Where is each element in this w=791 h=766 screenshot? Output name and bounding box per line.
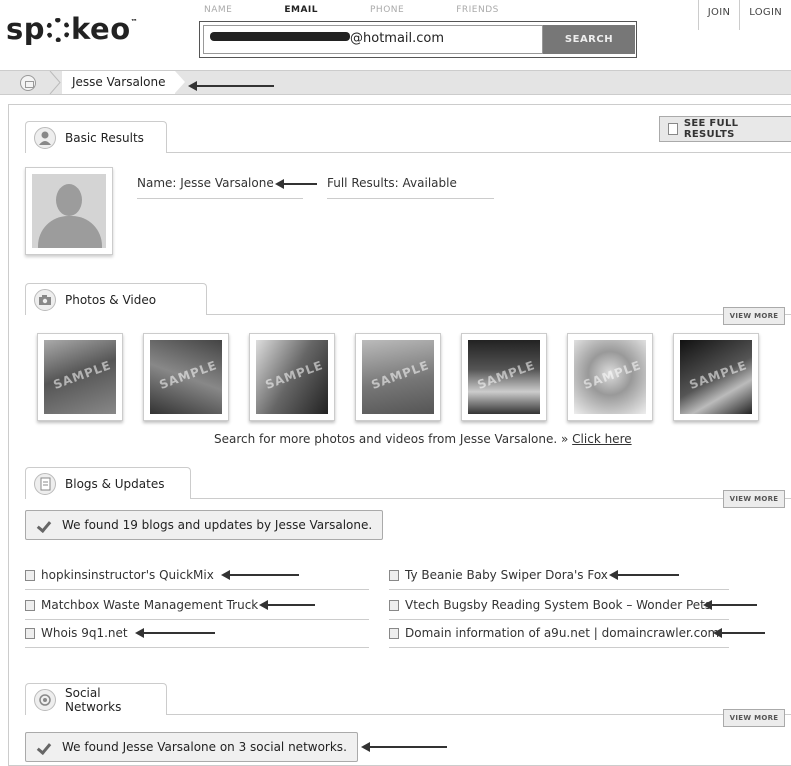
- arrow-left-icon: [259, 600, 315, 610]
- document-icon: [34, 472, 56, 495]
- spokeo-logo[interactable]: sp keo™: [6, 12, 138, 46]
- blogs-found-message: We found 19 blogs and updates by Jesse V…: [25, 510, 384, 540]
- photo-watermark: SAMPLE: [687, 358, 750, 392]
- document-icon: [389, 627, 399, 639]
- redacted-email-username: [210, 32, 350, 41]
- arrow-left-icon: [609, 570, 679, 580]
- section-tab-blogs-updates: Blogs & Updates: [25, 467, 191, 499]
- network-icon: [34, 688, 56, 711]
- email-search-input[interactable]: @hotmail.com: [203, 25, 543, 54]
- social-view-more-button[interactable]: VIEW MORE: [723, 709, 785, 727]
- document-icon: [668, 123, 678, 135]
- breadcrumb-current[interactable]: Jesse Varsalone: [62, 71, 186, 94]
- photo-watermark: SAMPLE: [263, 358, 326, 392]
- social-networks-title: Social Networks: [65, 685, 122, 714]
- arrow-left-icon: [275, 179, 317, 189]
- document-icon: [25, 569, 35, 581]
- gear-icon: [46, 18, 71, 42]
- blog-link[interactable]: hopkinsinstructor's QuickMix: [25, 568, 369, 590]
- photos-video-title: Photos & Video: [65, 292, 157, 307]
- blog-link-label: Matchbox Waste Management Truck: [41, 598, 259, 612]
- basic-results-title: Basic Results: [65, 130, 144, 145]
- photos-view-more-button[interactable]: VIEW MORE: [723, 307, 785, 325]
- person-icon: [34, 126, 56, 149]
- tab-name[interactable]: NAME: [204, 5, 232, 15]
- home-icon[interactable]: [20, 75, 36, 91]
- section-tab-photos-video: Photos & Video: [25, 283, 207, 315]
- join-link[interactable]: JOIN: [699, 0, 739, 30]
- blog-link[interactable]: Domain information of a9u.net | domaincr…: [389, 626, 729, 648]
- blogs-updates-title: Blogs & Updates: [65, 476, 165, 491]
- arrow-left-icon: [188, 81, 274, 91]
- logo-text-end: keo: [71, 12, 131, 46]
- section-divider: [191, 498, 791, 499]
- results-panel: Basic Results SEE FULL RESULTS Name: Jes…: [8, 104, 791, 766]
- search-type-tabs: NAME EMAIL PHONE FRIENDS: [204, 5, 551, 15]
- document-icon: [25, 599, 35, 611]
- login-link[interactable]: LOGIN: [739, 0, 791, 30]
- trademark-mark: ™: [130, 18, 139, 26]
- auth-links: JOIN LOGIN: [697, 0, 791, 30]
- photo-watermark: SAMPLE: [475, 358, 538, 392]
- tab-friends[interactable]: FRIENDS: [456, 5, 499, 15]
- email-domain-text: @hotmail.com: [350, 31, 445, 46]
- section-tab-social-networks: Social Networks: [25, 683, 167, 715]
- checkmark-icon: [38, 742, 52, 752]
- photos-click-here-link[interactable]: Click here: [572, 432, 631, 446]
- site-header: sp keo™ NAME EMAIL PHONE FRIENDS @hotmail…: [0, 0, 791, 66]
- breadcrumb: Jesse Varsalone: [0, 70, 791, 95]
- blog-link[interactable]: Vtech Bugsby Reading System Book – Wonde…: [389, 598, 729, 620]
- section-divider: [167, 714, 791, 715]
- arrow-left-icon: [361, 742, 447, 752]
- section-divider: [207, 314, 791, 315]
- photo-thumbnail[interactable]: SAMPLE: [143, 333, 229, 421]
- search-box: @hotmail.com SEARCH: [199, 21, 637, 58]
- see-full-results-button[interactable]: SEE FULL RESULTS: [659, 116, 791, 142]
- blog-link[interactable]: Whois 9q1.net: [25, 626, 369, 648]
- section-tab-basic-results: Basic Results: [25, 121, 167, 153]
- blog-link-label: Domain information of a9u.net | domaincr…: [405, 626, 720, 640]
- social-found-message: We found Jesse Varsalone on 3 social net…: [25, 732, 358, 762]
- photos-caption: Search for more photos and videos from J…: [214, 432, 632, 446]
- chevron-right-icon: [49, 71, 61, 94]
- arrow-left-icon: [703, 600, 757, 610]
- checkmark-icon: [38, 520, 52, 530]
- photo-watermark: SAMPLE: [369, 358, 432, 392]
- document-icon: [389, 599, 399, 611]
- blog-link-label: hopkinsinstructor's QuickMix: [41, 568, 214, 582]
- section-divider: [167, 152, 791, 153]
- arrow-left-icon: [713, 628, 765, 638]
- photo-thumbnail[interactable]: SAMPLE: [567, 333, 653, 421]
- tab-email[interactable]: EMAIL: [284, 5, 318, 15]
- photo-watermark: SAMPLE: [51, 358, 114, 392]
- document-icon: [389, 569, 399, 581]
- social-found-text: We found Jesse Varsalone on 3 social net…: [62, 740, 347, 754]
- blogs-found-text: We found 19 blogs and updates by Jesse V…: [62, 518, 373, 532]
- photo-thumbnail[interactable]: SAMPLE: [673, 333, 759, 421]
- tab-phone[interactable]: PHONE: [370, 5, 404, 15]
- person-silhouette-icon: [32, 174, 106, 248]
- logo-text-start: sp: [6, 12, 46, 46]
- arrow-left-icon: [135, 628, 215, 638]
- document-icon: [25, 627, 35, 639]
- camera-icon: [34, 288, 56, 311]
- blogs-view-more-button[interactable]: VIEW MORE: [723, 490, 785, 508]
- arrow-left-icon: [221, 570, 299, 580]
- see-full-results-label: SEE FULL RESULTS: [683, 118, 739, 140]
- blog-link-label: Whois 9q1.net: [41, 626, 128, 640]
- full-results-field: Full Results: Available: [327, 176, 494, 199]
- blog-link[interactable]: Ty Beanie Baby Swiper Dora's Fox: [389, 568, 729, 590]
- blog-link-label: Vtech Bugsby Reading System Book – Wonde…: [405, 598, 712, 612]
- photo-watermark: SAMPLE: [157, 358, 220, 392]
- photos-caption-text: Search for more photos and videos from J…: [214, 432, 569, 446]
- blog-link-label: Ty Beanie Baby Swiper Dora's Fox: [405, 568, 608, 582]
- photo-thumbnail[interactable]: SAMPLE: [461, 333, 547, 421]
- blog-link[interactable]: Matchbox Waste Management Truck: [25, 598, 369, 620]
- search-button[interactable]: SEARCH: [543, 25, 635, 54]
- photo-thumbnail[interactable]: SAMPLE: [37, 333, 123, 421]
- photo-watermark: SAMPLE: [581, 358, 644, 392]
- photo-thumbnail[interactable]: SAMPLE: [355, 333, 441, 421]
- avatar: [25, 167, 113, 255]
- photo-thumbnail[interactable]: SAMPLE: [249, 333, 335, 421]
